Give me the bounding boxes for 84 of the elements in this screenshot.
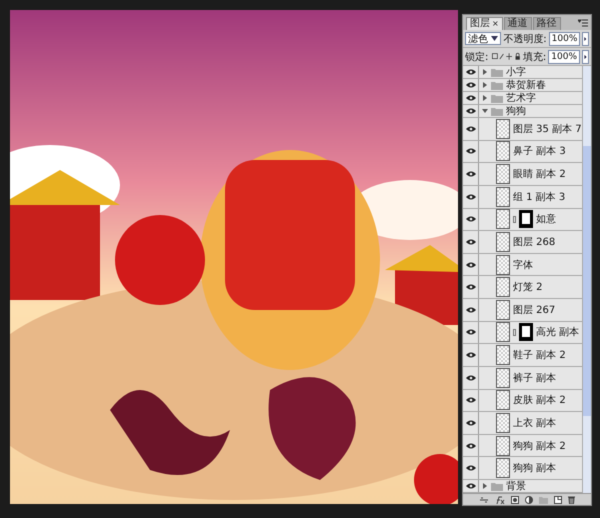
layer-name[interactable]: 高光 副本: [536, 325, 580, 340]
lock-label: 锁定:: [465, 50, 488, 64]
layer-name[interactable]: 图层 35 副本 7: [513, 122, 582, 136]
layer-name[interactable]: 小字: [506, 65, 526, 79]
fill-label: 填充:: [522, 50, 546, 64]
half-circle-icon[interactable]: [525, 496, 533, 504]
fx-icon[interactable]: [495, 496, 505, 504]
new-layer-icon[interactable]: [554, 496, 562, 504]
eye-icon[interactable]: [466, 442, 476, 449]
layer-name[interactable]: 鞋子 副本 2: [513, 348, 566, 362]
fill-field[interactable]: 100%: [548, 50, 580, 64]
eye-icon[interactable]: [466, 69, 476, 75]
layer-name[interactable]: 图层 267: [513, 302, 556, 317]
layer-name[interactable]: 眼睛 副本 2: [513, 167, 566, 182]
layer-thumbnail: [496, 368, 510, 388]
layer-thumbnail: [496, 300, 510, 320]
eye-icon[interactable]: [466, 262, 476, 268]
eye-icon[interactable]: [466, 352, 476, 358]
eye-icon[interactable]: [466, 374, 476, 381]
layer-thumbnail: [496, 458, 510, 478]
layer-mask-thumbnail: [519, 210, 533, 228]
layer-thumbnail: [496, 412, 510, 433]
eye-icon[interactable]: [466, 306, 476, 313]
disclosure-triangle-icon[interactable]: [482, 69, 488, 75]
layer-mask-thumbnail: [519, 323, 533, 342]
disclosure-triangle-icon[interactable]: [482, 483, 488, 489]
layer-name[interactable]: 狗狗: [506, 104, 526, 118]
layer-name[interactable]: 恭贺新春: [506, 78, 546, 92]
layer-name[interactable]: 狗狗 副本 2: [513, 438, 566, 453]
layer-thumbnail: [496, 141, 510, 162]
blend-mode-dropdown[interactable]: 滤色: [465, 32, 502, 45]
eye-icon[interactable]: [466, 465, 476, 472]
eye-icon[interactable]: [466, 126, 476, 132]
layer-thumbnail: [496, 390, 510, 410]
eye-icon[interactable]: [466, 194, 476, 200]
opacity-field[interactable]: 100%: [548, 32, 580, 46]
layer-name[interactable]: 裤子 副本: [513, 370, 556, 385]
layer-name[interactable]: 灯笼 2: [513, 280, 543, 294]
eye-icon[interactable]: [466, 284, 476, 290]
scrollbar[interactable]: [582, 66, 591, 493]
layer-name[interactable]: 皮肤 副本 2: [513, 393, 566, 408]
layer-name[interactable]: 背景: [506, 479, 526, 493]
eye-icon[interactable]: [466, 238, 476, 245]
panel-tab[interactable]: 图层 ×: [466, 17, 503, 30]
mask-icon[interactable]: [511, 496, 519, 504]
layer-name[interactable]: 艺术字: [506, 91, 536, 105]
layer-thumbnail: [496, 232, 510, 252]
panel-tab[interactable]: 路径: [532, 17, 561, 30]
layer-name[interactable]: 上衣 副本: [513, 416, 556, 430]
disclosure-triangle-icon[interactable]: [482, 108, 488, 114]
eye-icon[interactable]: [466, 216, 476, 222]
eye-icon[interactable]: [466, 420, 476, 426]
trash-icon[interactable]: [568, 496, 575, 504]
layer-thumbnail: [496, 322, 510, 342]
lock-icons-drawing[interactable]: [492, 52, 521, 61]
eye-icon[interactable]: [466, 82, 476, 88]
layer-thumbnail: [496, 436, 510, 456]
layer-thumbnail: [496, 254, 510, 275]
eye-icon[interactable]: [466, 95, 476, 101]
eye-icon[interactable]: [466, 108, 476, 114]
eye-icon[interactable]: [466, 483, 476, 489]
layer-thumbnail: [496, 345, 510, 366]
disclosure-triangle-icon[interactable]: [482, 95, 488, 101]
layer-name[interactable]: 狗狗 副本: [513, 461, 556, 476]
opacity-label: 不透明度:: [503, 32, 547, 46]
layer-name[interactable]: 图层 268: [513, 234, 556, 249]
eye-icon[interactable]: [466, 148, 476, 154]
layer-thumbnail: [496, 186, 510, 207]
layer-name[interactable]: 字体: [513, 258, 533, 272]
eye-icon[interactable]: [466, 329, 476, 336]
layer-name[interactable]: 组 1 副本 3: [513, 190, 566, 204]
layer-thumbnail: [496, 209, 510, 230]
layer-name[interactable]: 鼻子 副本 3: [513, 144, 566, 158]
layer-thumbnail: [496, 118, 510, 139]
eye-icon[interactable]: [466, 397, 476, 404]
dropdown-caret-icon: [491, 36, 498, 41]
layer-thumbnail: [496, 164, 510, 184]
layer-thumbnail: [496, 277, 510, 298]
disclosure-triangle-icon[interactable]: [482, 82, 488, 88]
tab-close-icon[interactable]: ×: [492, 19, 499, 28]
layer-name[interactable]: 如意: [536, 212, 556, 226]
panel-tab[interactable]: 通道: [504, 17, 532, 30]
panel-menu-icon[interactable]: [578, 18, 588, 26]
eye-icon[interactable]: [466, 171, 476, 178]
